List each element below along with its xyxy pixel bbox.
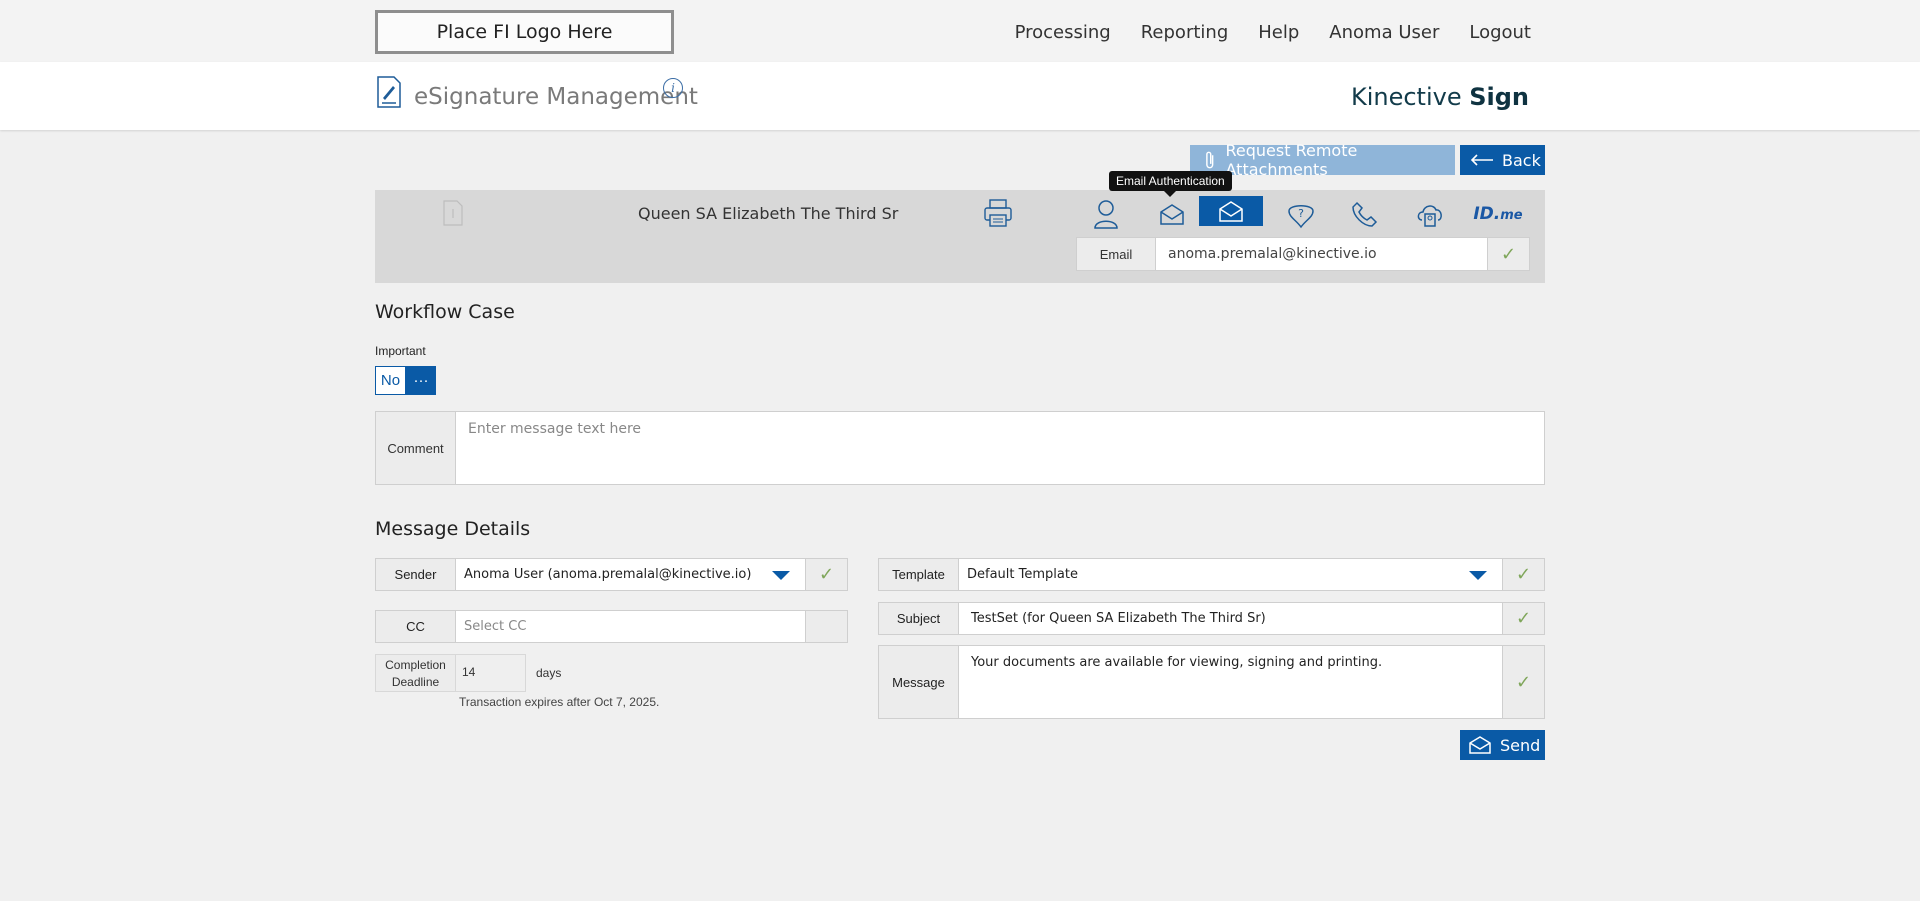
svg-text:?: ? bbox=[1298, 207, 1304, 220]
message-details-heading: Message Details bbox=[375, 518, 531, 540]
phone-auth-icon[interactable] bbox=[1348, 198, 1382, 230]
email-send-icon bbox=[1469, 736, 1491, 754]
subject-label: Subject bbox=[878, 602, 959, 635]
cc-input[interactable]: Select CC bbox=[456, 610, 806, 643]
important-value[interactable]: No bbox=[375, 366, 406, 395]
template-row: Template Default Template ✓ bbox=[878, 558, 1545, 591]
template-value: Default Template bbox=[967, 567, 1078, 582]
subject-check-icon: ✓ bbox=[1503, 602, 1545, 635]
template-label: Template bbox=[878, 558, 959, 591]
recipient-panel: Queen SA Elizabeth The Third Sr ? ID.me … bbox=[375, 190, 1545, 283]
person-auth-icon[interactable] bbox=[1089, 198, 1123, 230]
nav-help[interactable]: Help bbox=[1258, 22, 1299, 43]
paperclip-icon bbox=[1206, 151, 1214, 169]
email-field[interactable]: anoma.premalal@kinective.io bbox=[1156, 237, 1488, 271]
nav-logout[interactable]: Logout bbox=[1469, 22, 1531, 43]
important-more-button[interactable]: ··· bbox=[406, 366, 436, 395]
email-selected-auth-icon[interactable] bbox=[1199, 196, 1263, 226]
message-textarea[interactable]: Your documents are available for viewing… bbox=[959, 645, 1503, 719]
sender-label: Sender bbox=[375, 558, 456, 591]
sender-value: Anoma User (anoma.premalal@kinective.io) bbox=[464, 567, 752, 582]
back-button[interactable]: Back bbox=[1460, 145, 1545, 175]
recipient-name: Queen SA Elizabeth The Third Sr bbox=[638, 204, 899, 223]
message-label: Message bbox=[878, 645, 959, 719]
cloud-person-auth-icon[interactable] bbox=[1413, 198, 1447, 230]
cc-status-cell bbox=[806, 610, 848, 643]
subject-row: Subject TestSet (for Queen SA Elizabeth … bbox=[878, 602, 1545, 635]
template-check-icon: ✓ bbox=[1503, 558, 1545, 591]
message-row: Message Your documents are available for… bbox=[878, 645, 1545, 719]
email-auth-icon[interactable] bbox=[1155, 198, 1189, 230]
cc-label: CC bbox=[375, 610, 456, 643]
email-label: Email bbox=[1076, 237, 1156, 271]
transaction-expire-text: Transaction expires after Oct 7, 2025. bbox=[459, 695, 660, 709]
completion-deadline-row: Completion Deadline 14 days bbox=[375, 654, 571, 692]
email-auth-tooltip: Email Authentication bbox=[1109, 171, 1232, 197]
workflow-case-heading: Workflow Case bbox=[375, 301, 515, 323]
template-select[interactable]: Default Template bbox=[959, 558, 1503, 591]
brand-logo: Kinective Sign bbox=[1350, 83, 1529, 111]
title-band: eSignature Management i Kinective Sign bbox=[0, 62, 1920, 130]
request-remote-attachments-label: Request Remote Attachments bbox=[1225, 141, 1358, 179]
fi-logo-placeholder: Place FI Logo Here bbox=[375, 10, 674, 54]
arrow-left-icon bbox=[1470, 154, 1493, 166]
cc-row: CC Select CC bbox=[375, 610, 848, 643]
send-button[interactable]: Send bbox=[1460, 730, 1545, 760]
nav-processing[interactable]: Processing bbox=[1015, 22, 1111, 43]
comment-label: Comment bbox=[375, 411, 456, 485]
important-label: Important bbox=[375, 344, 426, 358]
info-icon[interactable]: i bbox=[663, 78, 683, 98]
completion-deadline-input[interactable]: 14 bbox=[456, 654, 526, 692]
top-nav: Processing Reporting Help Anoma User Log… bbox=[1015, 22, 1531, 43]
printer-icon[interactable] bbox=[983, 198, 1013, 228]
top-bar: Place FI Logo Here Processing Reporting … bbox=[0, 0, 1920, 62]
sender-row: Sender Anoma User (anoma.premalal@kinect… bbox=[375, 558, 848, 591]
completion-deadline-unit: days bbox=[536, 666, 562, 680]
comment-textarea[interactable]: Enter message text here bbox=[456, 411, 1545, 485]
email-check-icon: ✓ bbox=[1488, 237, 1530, 271]
page-title: eSignature Management bbox=[414, 84, 698, 110]
email-row: Email anoma.premalal@kinective.io ✓ bbox=[1076, 237, 1530, 271]
document-icon[interactable] bbox=[443, 200, 463, 226]
sender-select[interactable]: Anoma User (anoma.premalal@kinective.io) bbox=[456, 558, 806, 591]
question-shield-auth-icon[interactable]: ? bbox=[1284, 198, 1318, 230]
important-toggle: No ··· bbox=[375, 366, 436, 395]
comment-row: Comment Enter message text here bbox=[375, 411, 1545, 485]
subject-input[interactable]: TestSet (for Queen SA Elizabeth The Thir… bbox=[959, 602, 1503, 635]
message-check-icon: ✓ bbox=[1503, 645, 1545, 719]
idme-auth-icon[interactable]: ID.me bbox=[1473, 198, 1522, 230]
nav-user[interactable]: Anoma User bbox=[1329, 22, 1439, 43]
completion-deadline-label: Completion Deadline bbox=[375, 654, 456, 692]
nav-reporting[interactable]: Reporting bbox=[1141, 22, 1229, 43]
chevron-down-icon bbox=[1469, 571, 1487, 580]
back-label: Back bbox=[1502, 150, 1541, 170]
esignature-doc-icon bbox=[377, 76, 401, 108]
sender-check-icon: ✓ bbox=[806, 558, 848, 591]
send-label: Send bbox=[1500, 735, 1541, 755]
chevron-down-icon bbox=[772, 571, 790, 580]
